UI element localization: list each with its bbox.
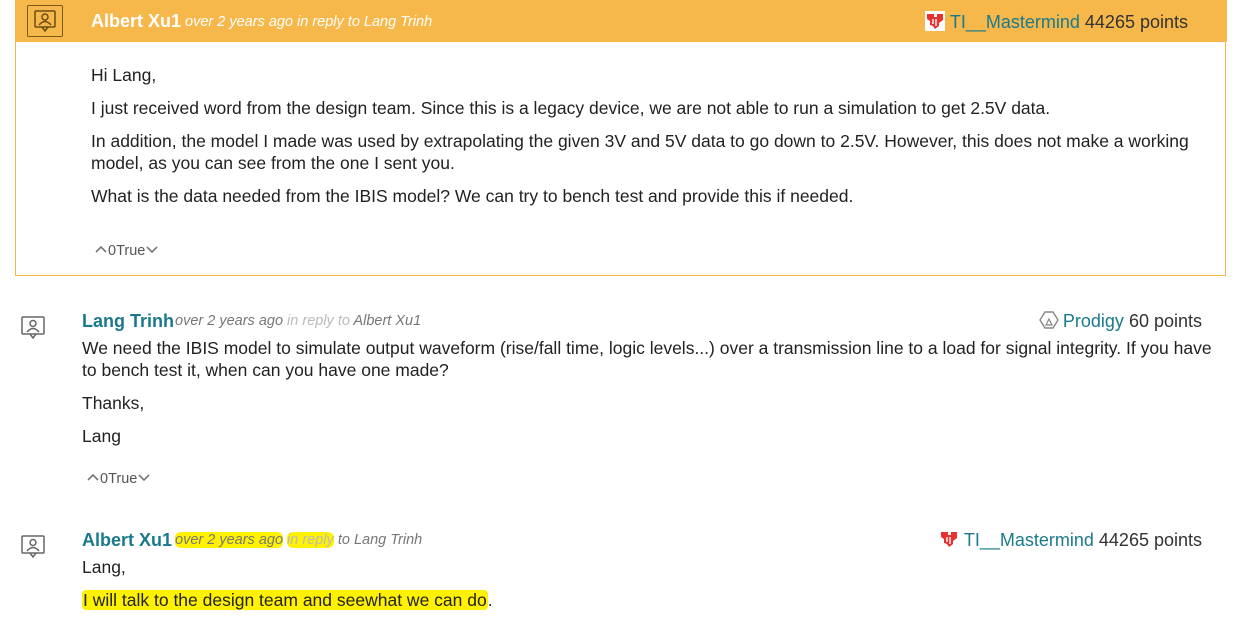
vote-count: 0True [108,243,146,259]
vote-control: 0True [94,243,159,259]
post-time[interactable]: over 2 years ago [175,532,284,548]
reply-target[interactable]: Albert Xu1 [353,313,421,329]
rank-name[interactable]: TI__Mastermind [950,12,1080,32]
chevron-down-icon[interactable] [137,471,151,487]
chevron-down-icon[interactable] [145,243,159,259]
post-text: . [487,590,493,610]
post-body: Lang, I will talk to the design team and… [82,556,1222,622]
post-body: Hi Lang, I just received word from the d… [91,64,1201,218]
user-rank: TI__Mastermind 44265 points [924,11,1188,36]
user-avatar-icon[interactable] [18,314,48,342]
ti-logo-icon [939,529,959,554]
post-paragraph: I just received word from the design tea… [91,98,1051,118]
post-body: We need the IBIS model to simulate outpu… [82,337,1222,458]
post-card: Albert Xu1 over 2 years ago in reply to … [15,0,1227,276]
user-avatar-icon[interactable] [18,533,48,561]
post-paragraph: Hi Lang, [91,65,157,85]
post-paragraph: What is the data needed from the IBIS mo… [91,186,854,206]
prodigy-icon [1039,310,1059,335]
post-meta[interactable]: over 2 years ago in reply to Lang Trinh [185,14,432,30]
post-paragraph: Lang, [82,557,126,577]
rank-name[interactable]: Prodigy [1063,311,1124,331]
post-paragraph: In addition, the model I made was used b… [91,131,1189,173]
vote-control: 0True [86,471,151,487]
post-author[interactable]: Albert Xu1 [91,11,181,32]
rank-name[interactable]: TI__Mastermind [964,530,1094,550]
user-points: 60 points [1128,311,1202,331]
chevron-up-icon[interactable] [86,471,100,487]
post-meta: over 2 years ago in reply to Lang Trinh [175,532,422,548]
user-avatar-icon[interactable] [27,5,63,37]
post-paragraph: Thanks, [82,393,145,413]
post-author[interactable]: Lang Trinh [82,311,174,332]
user-rank: TI__Mastermind 44265 points [939,529,1202,554]
vote-count: 0True [100,471,138,487]
reply-label: in reply [287,532,334,548]
reply-label: in reply to [287,313,350,329]
post-meta: over 2 years ago in reply to Albert Xu1 [175,313,421,329]
reply-target[interactable]: to Lang Trinh [338,532,422,548]
post-author[interactable]: Albert Xu1 [82,530,172,551]
post-paragraph: Lang [82,426,121,446]
ti-logo-icon [924,11,945,36]
post-paragraph: We need the IBIS model to simulate outpu… [82,338,1212,380]
chevron-up-icon[interactable] [94,243,108,259]
post-paragraph: I will talk to the design team and seewh… [82,589,1222,611]
highlighted-text: I will talk to the design team and seewh… [82,590,488,610]
post-time[interactable]: over 2 years ago [175,313,283,329]
user-points: 44265 points [1098,530,1202,550]
user-rank: Prodigy 60 points [1039,310,1202,335]
user-points: 44265 points [1084,12,1188,32]
